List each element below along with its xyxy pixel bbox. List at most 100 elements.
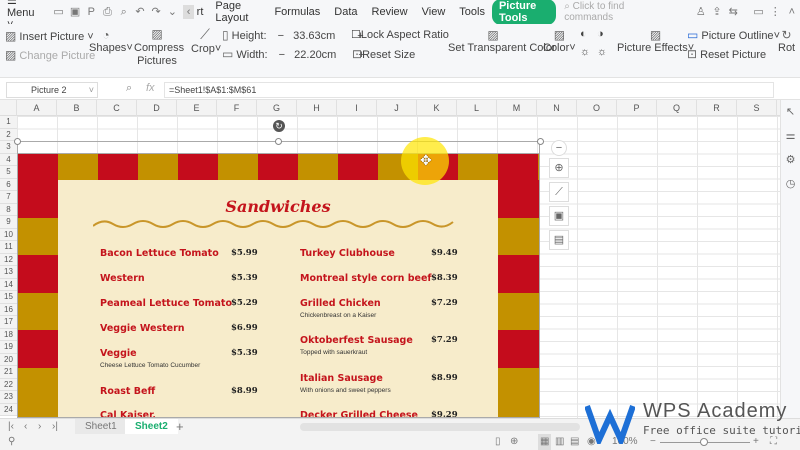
height-value[interactable]: 33.63cm (293, 30, 335, 42)
extract-text-icon[interactable]: ▤ (549, 230, 569, 250)
page-break-view-icon[interactable]: ▥ (555, 434, 564, 450)
brightness-up-icon[interactable]: ☼ (580, 46, 590, 58)
row-header[interactable]: 11 (0, 241, 17, 254)
horizontal-scrollbar[interactable] (300, 423, 580, 431)
tab-data[interactable]: Data (327, 6, 364, 18)
contrast-up-icon[interactable]: ◐ (580, 28, 587, 40)
row-header[interactable]: 8 (0, 203, 17, 216)
column-header[interactable]: M (497, 100, 537, 116)
sync-icon[interactable]: ⇆ (728, 5, 738, 19)
redo-icon[interactable]: ↷ (151, 5, 161, 19)
format-painter-icon[interactable]: P (86, 5, 96, 19)
color-button[interactable]: ▨ Color˅ (543, 28, 576, 54)
tab-formulas[interactable]: Formulas (267, 6, 327, 18)
more-icon[interactable]: ⋮ (770, 5, 781, 19)
row-header[interactable]: 19 (0, 341, 17, 354)
rotate-handle-icon[interactable]: ↻ (273, 120, 285, 132)
row-header[interactable]: 23 (0, 391, 17, 404)
comment-icon[interactable]: ▭ (753, 5, 763, 19)
settings-icon[interactable]: ⚙ (781, 148, 800, 172)
row-header[interactable]: 7 (0, 191, 17, 204)
prev-sheet-icon[interactable]: ‹ (24, 419, 27, 435)
width-value[interactable]: 22.20cm (294, 49, 336, 61)
resize-handle[interactable] (14, 138, 21, 145)
column-header[interactable]: D (137, 100, 177, 116)
first-sheet-icon[interactable]: |‹ (8, 419, 14, 435)
last-sheet-icon[interactable]: ›| (52, 419, 58, 435)
customize-icon[interactable]: ⌄ (167, 5, 177, 19)
rotate-button[interactable]: ↻ Rot (778, 28, 795, 54)
row-header[interactable]: 18 (0, 328, 17, 341)
zoom-formula-icon[interactable]: ⌕ (126, 82, 132, 95)
column-header[interactable]: P (617, 100, 657, 116)
tab-insert[interactable]: rt (197, 6, 209, 18)
open-icon[interactable]: ▭ (53, 5, 63, 19)
command-search[interactable]: ⌕ Click to find commands (564, 1, 646, 23)
formula-input[interactable]: =Sheet1!$A$1:$M$61 (164, 82, 774, 98)
lock-aspect-checkbox[interactable]: ☐Lock Aspect Ratio (351, 28, 449, 41)
brightness-down-icon[interactable]: ☼ (597, 46, 607, 58)
menu-picture[interactable]: Sandwiches Bacon Lettuce Tomato $5.99 West… (17, 153, 540, 418)
compress-pictures-button[interactable]: ▨ Compress Pictures (134, 28, 184, 68)
layout-icon[interactable]: ▣ (549, 206, 569, 226)
name-box[interactable]: Picture 2 ˅ (6, 82, 98, 98)
change-picture-button[interactable]: ▨ Change Picture (5, 48, 95, 62)
next-sheet-icon[interactable]: › (38, 419, 41, 435)
column-header[interactable]: A (17, 100, 57, 116)
scroll-left-icon[interactable]: ‹ (183, 5, 194, 19)
column-header[interactable]: L (457, 100, 497, 116)
save-icon[interactable]: ▣ (70, 5, 80, 19)
column-header[interactable]: R (697, 100, 737, 116)
column-header[interactable]: J (377, 100, 417, 116)
column-header[interactable]: H (297, 100, 337, 116)
row-header[interactable]: 6 (0, 178, 17, 191)
row-header[interactable]: 1 (0, 116, 17, 129)
picture-outline-button[interactable]: ▭ Picture Outline˅ (687, 28, 780, 42)
column-header[interactable]: N (537, 100, 577, 116)
column-header[interactable]: C (97, 100, 137, 116)
collapse-icon[interactable]: − (551, 140, 567, 156)
column-header[interactable]: G (257, 100, 297, 116)
resize-handle[interactable] (537, 138, 544, 145)
zoom-picture-icon[interactable]: ⊕ (549, 158, 569, 178)
properties-icon[interactable]: ⚌ (781, 124, 800, 148)
column-header[interactable]: E (177, 100, 217, 116)
column-header[interactable]: S (737, 100, 777, 116)
undo-icon[interactable]: ↶ (135, 5, 145, 19)
select-icon[interactable]: ↖ (781, 100, 800, 124)
column-header[interactable]: O (577, 100, 617, 116)
height-decrease[interactable]: − (278, 30, 284, 42)
row-header[interactable]: 4 (0, 153, 17, 166)
reset-picture-button[interactable]: ⊡ Reset Picture (687, 47, 766, 61)
row-header[interactable]: 16 (0, 303, 17, 316)
tab-page-layout[interactable]: Page Layout (208, 0, 267, 24)
tab-tools[interactable]: Tools (452, 6, 492, 18)
column-header[interactable]: I (337, 100, 377, 116)
contrast-down-icon[interactable]: ◑ (597, 28, 604, 40)
column-header[interactable]: F (217, 100, 257, 116)
account-icon[interactable]: ♙ (696, 5, 706, 19)
reset-size-button[interactable]: ⊡Reset Size (352, 47, 415, 61)
row-header[interactable]: 17 (0, 316, 17, 329)
tab-view[interactable]: View (415, 6, 453, 18)
row-header[interactable]: 9 (0, 216, 17, 229)
print-preview-icon[interactable]: ⌕ (119, 5, 129, 19)
row-header[interactable]: 24 (0, 403, 17, 416)
column-header[interactable]: Q (657, 100, 697, 116)
normal-view-icon[interactable]: ▦ (538, 434, 552, 450)
sheet-tab-sheet2[interactable]: Sheet2 (125, 419, 178, 435)
row-header[interactable]: 10 (0, 228, 17, 241)
tab-picture-tools[interactable]: Picture Tools (491, 0, 557, 25)
macro-icon[interactable]: ⚲ (8, 434, 15, 450)
row-header[interactable]: 15 (0, 291, 17, 304)
shapes-button[interactable]: ◔ Shapes˅ (89, 28, 133, 54)
print-icon[interactable]: ⎙ (102, 5, 112, 19)
tab-review[interactable]: Review (365, 6, 415, 18)
resize-handle[interactable] (275, 138, 282, 145)
page-layout-view-icon[interactable]: ▤ (570, 434, 579, 450)
read-mode-icon[interactable]: ▯ (495, 434, 501, 450)
picture-effects-button[interactable]: ▨ Picture Effects˅ (617, 28, 694, 54)
row-header[interactable]: 5 (0, 166, 17, 179)
sheet-tab-sheet1[interactable]: Sheet1 (75, 419, 127, 435)
select-all-corner[interactable] (0, 100, 17, 116)
